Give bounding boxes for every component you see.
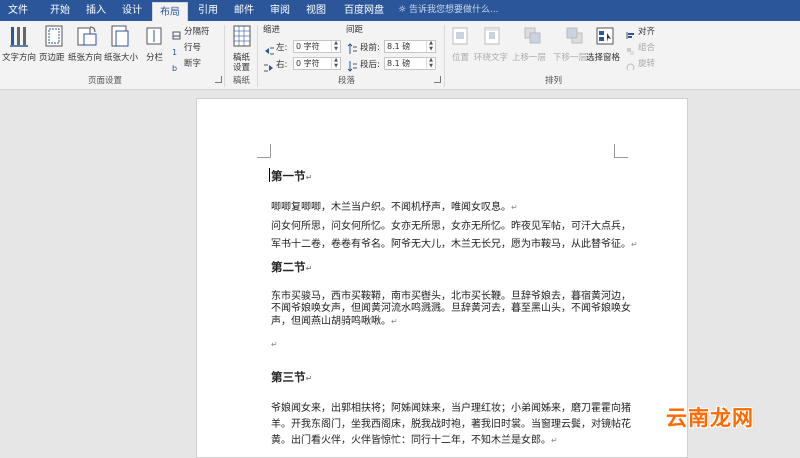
indent-left-label: 左: xyxy=(276,43,288,53)
body-line[interactable]: 声，但闻燕山胡骑鸣啾啾。↵ xyxy=(271,312,398,327)
spinner-arrows-icon[interactable]: ▲ ▼ xyxy=(331,57,340,69)
rotate-button[interactable]: 旋转 xyxy=(638,57,655,69)
ribbon-tab-bar: 文件 开始 插入 设计 布局 引用 邮件 审阅 视图 百度网盘 ☼ 告诉我您想要… xyxy=(0,0,800,21)
spacing-before-field[interactable]: 8.1 磅 ▲ ▼ xyxy=(384,40,436,53)
wrap-text-button[interactable]: 环绕文字 xyxy=(474,51,508,63)
indent-left-field[interactable]: 0 字符 ▲ ▼ xyxy=(293,40,341,53)
position-icon[interactable] xyxy=(452,27,468,45)
section-heading[interactable]: 第一节↵ xyxy=(271,168,312,184)
paper-size-button[interactable]: 纸张大小 xyxy=(104,51,138,63)
indent-title: 缩进 xyxy=(263,25,281,35)
spacing-before-icon xyxy=(347,40,357,54)
spacing-before-label: 段前: xyxy=(360,43,380,53)
line-numbers-button[interactable]: 行号 xyxy=(184,41,201,53)
bring-forward-icon[interactable] xyxy=(524,27,542,45)
divider xyxy=(257,25,258,87)
spacing-after-icon xyxy=(347,57,357,72)
manuscript-group-label: 稿纸 xyxy=(233,76,251,86)
manuscript-icon[interactable] xyxy=(233,25,251,47)
corner-mark-top-left xyxy=(257,144,271,158)
ribbon: 文字方向 页边距 纸张方向 纸张大小 分栏 分隔符 1 行号 b 断字 页面设置… xyxy=(0,21,800,90)
tab-home[interactable]: 开始 xyxy=(44,0,76,21)
spacing-after-field[interactable]: 8.1 磅 ▲ ▼ xyxy=(384,57,436,70)
send-backward-button[interactable]: 下移一层 xyxy=(553,51,587,63)
section-heading[interactable]: 第二节↵ xyxy=(271,259,312,275)
line-numbers-icon: 1 xyxy=(172,41,181,57)
tab-baidu-netdisk[interactable]: 百度网盘 xyxy=(338,0,390,21)
tab-file[interactable]: 文件 xyxy=(0,0,36,21)
corner-mark-top-right xyxy=(614,144,628,158)
hyphenation-button[interactable]: 断字 xyxy=(184,57,201,69)
text-cursor xyxy=(269,168,270,182)
lightbulb-icon: ☼ xyxy=(398,5,407,15)
empty-paragraph[interactable]: ↵ xyxy=(271,339,278,350)
group-button[interactable]: 组合 xyxy=(638,41,655,53)
body-line[interactable]: 黄。出门看火伴，火伴皆惊忙：同行十二年，不知木兰是女郎。↵ xyxy=(271,431,558,446)
tab-design[interactable]: 设计 xyxy=(116,0,148,21)
indent-right-field[interactable]: 0 字符 ▲ ▼ xyxy=(293,57,341,70)
paper-size-icon[interactable] xyxy=(110,25,130,47)
body-line[interactable]: 羊。开我东阁门，坐我西阁床，脱我战时袍，著我旧时裳。当窗理云鬓，对镜帖花 xyxy=(271,415,631,430)
indent-right-label: 右: xyxy=(276,60,288,70)
body-line[interactable]: 爷娘闻女来，出郭相扶将；阿姊闻妹来，当户理红妆；小弟闻姊来，磨刀霍霍向猪 xyxy=(271,399,631,414)
indent-right-icon xyxy=(264,58,274,72)
group-icon xyxy=(626,41,635,55)
paragraph-group-label: 段落 xyxy=(338,76,356,86)
align-icon xyxy=(626,25,635,39)
wrap-text-icon[interactable] xyxy=(484,27,500,45)
watermark-logo: 云南龙网 xyxy=(666,406,754,430)
arrange-group-label: 排列 xyxy=(545,76,563,86)
paragraph-launcher-icon[interactable] xyxy=(434,76,441,83)
margins-button[interactable]: 页边距 xyxy=(39,51,65,63)
text-direction-icon[interactable] xyxy=(8,25,30,47)
indent-left-icon xyxy=(264,41,274,55)
spacing-title: 间距 xyxy=(346,25,364,35)
tab-references[interactable]: 引用 xyxy=(192,0,224,21)
divider xyxy=(444,25,445,87)
tab-review[interactable]: 审阅 xyxy=(264,0,296,21)
breaks-button[interactable]: 分隔符 xyxy=(184,25,210,37)
body-line[interactable]: 问女何所思，问女何所忆。女亦无所思，女亦无所忆。昨夜见军帖，可汗大点兵， xyxy=(271,217,631,232)
selection-pane-icon[interactable] xyxy=(596,27,614,45)
page-setup-launcher-icon[interactable] xyxy=(215,76,222,83)
columns-button[interactable]: 分栏 xyxy=(146,51,163,63)
section-heading[interactable]: 第三节↵ xyxy=(271,369,312,385)
position-button[interactable]: 位置 xyxy=(452,51,469,63)
body-line[interactable]: 唧唧复唧唧，木兰当户织。不闻机杼声，唯闻女叹息。↵ xyxy=(271,198,518,213)
spinner-arrows-icon[interactable]: ▲ ▼ xyxy=(426,57,435,69)
page-setup-group-label: 页面设置 xyxy=(88,76,123,86)
tell-me-search[interactable]: ☼ 告诉我您想要做什么... xyxy=(398,0,499,21)
orientation-icon[interactable] xyxy=(76,25,98,47)
tab-insert[interactable]: 插入 xyxy=(80,0,112,21)
text-direction-button[interactable]: 文字方向 xyxy=(2,51,36,63)
spinner-arrows-icon[interactable]: ▲ ▼ xyxy=(426,40,435,52)
svg-text:b: b xyxy=(172,64,177,72)
spacing-after-label: 段后: xyxy=(360,60,380,70)
orientation-button[interactable]: 纸张方向 xyxy=(68,51,102,63)
breaks-icon xyxy=(172,25,181,40)
margins-icon[interactable] xyxy=(44,25,64,47)
body-line[interactable]: 军书十二卷，卷卷有爷名。阿爷无大儿，木兰无长兄，愿为市鞍马，从此替爷征。↵ xyxy=(271,235,638,250)
tab-mailings[interactable]: 邮件 xyxy=(228,0,260,21)
tab-view[interactable]: 视图 xyxy=(300,0,332,21)
manuscript-button-line2[interactable]: 设置 xyxy=(233,61,250,73)
align-button[interactable]: 对齐 xyxy=(638,25,655,37)
spinner-arrows-icon[interactable]: ▲ ▼ xyxy=(331,40,340,52)
divider xyxy=(224,25,225,87)
rotate-icon xyxy=(626,57,635,71)
selection-pane-button[interactable]: 选择窗格 xyxy=(586,51,620,63)
svg-text:1: 1 xyxy=(172,48,177,56)
send-backward-icon[interactable] xyxy=(566,27,584,45)
columns-icon[interactable] xyxy=(146,27,162,45)
hyphenation-icon: b xyxy=(172,57,181,73)
tab-layout[interactable]: 布局 xyxy=(152,2,188,21)
bring-forward-button[interactable]: 上移一层 xyxy=(512,51,546,63)
